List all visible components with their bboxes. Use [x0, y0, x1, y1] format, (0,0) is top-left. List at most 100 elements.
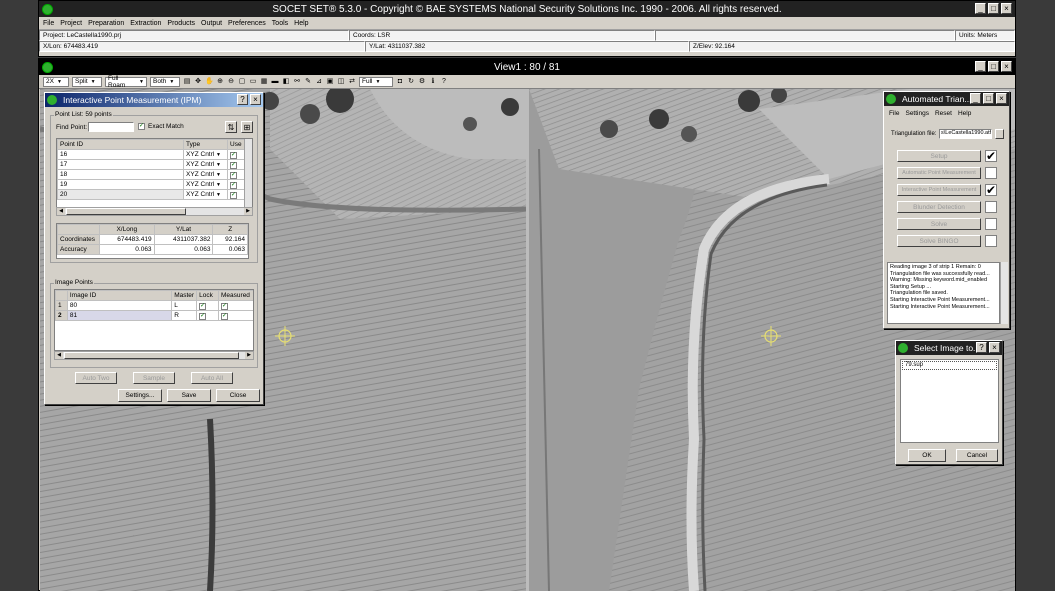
point-id-cell[interactable]: 18 — [57, 169, 185, 180]
view-minimize-icon[interactable]: _ — [975, 61, 986, 72]
point-type-cell[interactable]: XYZ Cntrl ▼ — [183, 179, 228, 190]
log-vscroll[interactable] — [1000, 262, 1008, 324]
menu-help[interactable]: Help — [294, 20, 308, 27]
rect-icon[interactable]: ▬ — [271, 78, 279, 86]
ipm-help-icon[interactable]: ? — [237, 94, 248, 105]
measured-cell[interactable]: ✓ — [218, 310, 253, 321]
crosshair-icon[interactable]: ✥ — [194, 78, 202, 86]
list-item[interactable]: 79.sup — [902, 361, 997, 370]
both-select[interactable]: Both ▼ — [150, 76, 180, 87]
lock-cell[interactable]: ✓ — [196, 310, 220, 321]
table-row[interactable]: 18 XYZ Cntrl ▼ ✓ — [57, 169, 246, 180]
point-id-cell[interactable]: 19 — [57, 179, 185, 190]
table-row[interactable]: 1 80 L ✓ ✓ — [55, 300, 253, 311]
grid-icon[interactable]: ▦ — [260, 78, 268, 86]
display-icon[interactable]: ◫ — [337, 78, 345, 86]
interactive-point-measurement-button[interactable]: Interactive Point Measurement — [897, 184, 981, 196]
save-button[interactable]: Save — [167, 389, 211, 402]
find-point-input[interactable] — [88, 122, 134, 132]
capture-icon[interactable]: ◘ — [396, 78, 404, 86]
menu-output[interactable]: Output — [201, 20, 222, 27]
auto-point-measurement-button[interactable]: Automatic Point Measurement — [897, 167, 981, 179]
use-cell[interactable]: ✓ — [227, 189, 246, 200]
full-select[interactable]: Full ▼ — [359, 76, 393, 87]
master-cell[interactable]: L — [171, 300, 198, 311]
select-close-icon[interactable]: × — [989, 342, 1000, 353]
menu-products[interactable]: Products — [167, 20, 195, 27]
close-icon[interactable]: × — [1001, 3, 1012, 14]
solve-button[interactable]: Solve — [897, 218, 981, 230]
view-close-icon[interactable]: × — [1001, 61, 1012, 72]
split-select[interactable]: Split ▼ — [72, 76, 102, 87]
tri-file-input[interactable]: s\LeCastella1990.atf — [939, 129, 992, 139]
image-points-hscroll[interactable]: ◀ ▶ — [54, 351, 254, 360]
use-cell[interactable]: ✓ — [227, 179, 246, 190]
info-icon[interactable]: ℹ — [429, 78, 437, 86]
zoom-select[interactable]: 2X ▼ — [43, 76, 69, 87]
help-icon[interactable]: ? — [440, 78, 448, 86]
minimize-icon[interactable]: _ — [975, 3, 986, 14]
cancel-button[interactable]: Cancel — [956, 449, 998, 462]
auto-two-button[interactable]: Auto Two — [75, 372, 117, 384]
menu-extraction[interactable]: Extraction — [130, 20, 161, 27]
solve-checkbox[interactable] — [985, 218, 997, 230]
auto-menu-file[interactable]: File — [889, 110, 899, 117]
accuracy-y-value[interactable]: 0.063 — [153, 244, 214, 255]
point-table-hscroll[interactable]: ◀ ▶ — [56, 207, 253, 216]
zoom-out-icon[interactable]: ⊖ — [227, 78, 235, 86]
auto-menu-help[interactable]: Help — [958, 110, 971, 117]
view-maximize-icon[interactable]: □ — [988, 61, 999, 72]
menu-project[interactable]: Project — [60, 20, 82, 27]
pan-icon[interactable]: ✋ — [205, 78, 214, 86]
setup-checkbox[interactable]: ✔ — [985, 150, 997, 162]
settings-button[interactable]: Settings... — [118, 389, 162, 402]
use-cell[interactable]: ✓ — [227, 159, 246, 170]
image-icon[interactable]: ▣ — [326, 78, 334, 86]
menu-preferences[interactable]: Preferences — [228, 20, 266, 27]
menu-tools[interactable]: Tools — [272, 20, 288, 27]
menu-preparation[interactable]: Preparation — [88, 20, 124, 27]
auto-all-button[interactable]: Auto All — [191, 372, 233, 384]
auto-close-icon[interactable]: × — [996, 93, 1007, 104]
rotate-icon[interactable]: ↻ — [407, 78, 415, 86]
settings-icon[interactable]: ⚙ — [418, 78, 426, 86]
lock-cell[interactable]: ✓ — [196, 300, 220, 311]
point-id-cell[interactable]: 17 — [57, 159, 185, 170]
table-row[interactable]: 2 81 R ✓ ✓ — [55, 310, 253, 321]
exact-match-checkbox[interactable]: ✓ — [138, 123, 145, 130]
master-cell[interactable]: R — [171, 310, 198, 321]
zoom-box-icon[interactable]: ▢ — [238, 78, 246, 86]
accuracy-z-value[interactable]: 0.063 — [212, 244, 248, 255]
use-cell[interactable]: ✓ — [227, 149, 246, 160]
ok-button[interactable]: OK — [908, 449, 946, 462]
maximize-icon[interactable]: □ — [988, 3, 999, 14]
sort-icon[interactable]: ⇅ — [225, 121, 237, 133]
col-point-id[interactable]: Point ID — [57, 139, 185, 150]
ipm-close-icon[interactable]: × — [250, 94, 261, 105]
blunder-detection-button[interactable]: Blunder Detection — [897, 201, 981, 213]
setup-button[interactable]: Setup — [897, 150, 981, 162]
table-row[interactable]: 16 XYZ Cntrl ▼ ✓ — [57, 149, 246, 160]
point-type-cell[interactable]: XYZ Cntrl ▼ — [183, 159, 228, 170]
blunder-detection-checkbox[interactable] — [985, 201, 997, 213]
table-row[interactable]: 19 XYZ Cntrl ▼ ✓ — [57, 179, 246, 190]
image-id-cell[interactable]: 80 — [66, 300, 173, 311]
tools-icon[interactable]: ✎ — [304, 78, 312, 86]
auto-point-measurement-checkbox[interactable] — [985, 167, 997, 179]
point-type-cell[interactable]: XYZ Cntrl ▼ — [183, 149, 228, 160]
menu-file[interactable]: File — [43, 20, 54, 27]
overlay-icon[interactable]: ◧ — [282, 78, 290, 86]
solve-bingo-checkbox[interactable] — [985, 235, 997, 247]
select-help-icon[interactable]: ? — [976, 342, 987, 353]
roam-select[interactable]: Full Roam ▼ — [105, 75, 147, 89]
copy-icon[interactable]: ▤ — [183, 78, 191, 86]
point-type-cell[interactable]: XYZ Cntrl ▼ — [183, 189, 228, 200]
interactive-point-measurement-checkbox[interactable]: ✔ — [985, 184, 997, 196]
accuracy-x-value[interactable]: 0.063 — [99, 244, 155, 255]
sample-button[interactable]: Sample — [133, 372, 175, 384]
image-id-cell[interactable]: 81 — [66, 310, 173, 321]
auto-menu-reset[interactable]: Reset — [935, 110, 952, 117]
close-button[interactable]: Close — [216, 389, 260, 402]
table-row[interactable]: 20 XYZ Cntrl ▼ ✓ — [57, 189, 246, 200]
sync-icon[interactable]: ⇄ — [348, 78, 356, 86]
